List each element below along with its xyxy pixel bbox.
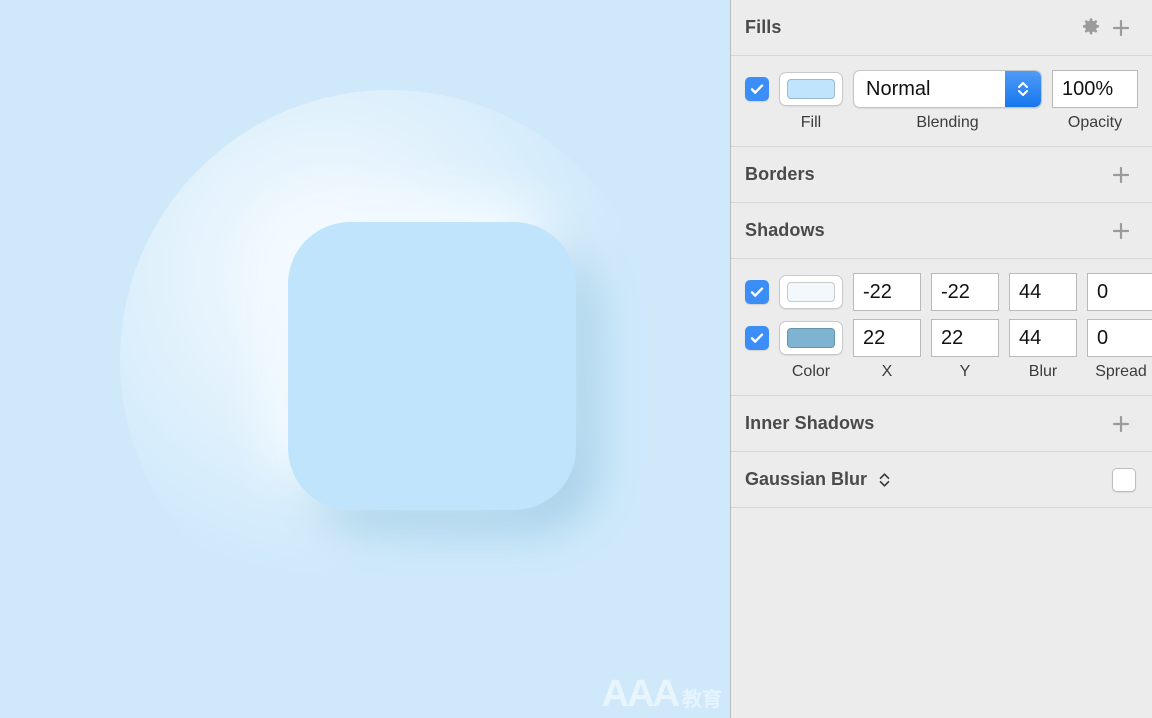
watermark: AAA 教育 — [601, 672, 722, 715]
borders-title: Borders — [745, 164, 815, 184]
gaussian-blur-section-header: Gaussian Blur — [731, 452, 1152, 508]
watermark-subtext: 教育 — [682, 687, 722, 711]
add-inner-shadow-plus-icon[interactable] — [1106, 409, 1136, 439]
sketch-inspector-window: AAA 教育 Fills Normal 100% Fill Blending O… — [0, 0, 1152, 718]
shadow-y-input[interactable]: 22 — [931, 319, 999, 357]
shadows-rows: -22 -22 44 0 22 22 44 0 Color X Y Blur S… — [731, 259, 1152, 396]
shadow-blur-input[interactable]: 44 — [1009, 273, 1077, 311]
fills-section-header: Fills — [731, 0, 1152, 56]
opacity-input[interactable]: 100% — [1052, 70, 1138, 108]
inspector-panel: Fills Normal 100% Fill Blending Opacity … — [730, 0, 1152, 718]
x-label: X — [881, 363, 893, 380]
blending-mode-select[interactable]: Normal — [853, 70, 1042, 108]
gear-icon[interactable] — [1076, 13, 1106, 43]
gaussian-blur-checkbox[interactable] — [1112, 467, 1136, 492]
add-border-plus-icon[interactable] — [1106, 160, 1136, 190]
shadow-x-input[interactable]: 22 — [853, 319, 921, 357]
blending-label: Blending — [916, 114, 979, 131]
shadows-section-header: Shadows — [731, 203, 1152, 259]
chevron-updown-icon[interactable] — [877, 470, 892, 490]
add-shadow-plus-icon[interactable] — [1106, 216, 1136, 246]
design-canvas[interactable]: AAA 教育 — [0, 0, 730, 718]
shadow-spread-input[interactable]: 0 — [1087, 273, 1152, 311]
fill-row: Normal 100% — [731, 66, 1152, 112]
y-label: Y — [959, 363, 971, 380]
opacity-label: Opacity — [1067, 114, 1123, 131]
shadow-color-swatch[interactable] — [779, 275, 843, 309]
shadow-spread-input[interactable]: 0 — [1087, 319, 1152, 357]
shadow-color-swatch[interactable] — [779, 321, 843, 355]
fills-title: Fills — [745, 17, 782, 37]
shadow-y-input[interactable]: -22 — [931, 273, 999, 311]
shadow-x-input[interactable]: -22 — [853, 273, 921, 311]
inner-shadows-title: Inner Shadows — [745, 413, 875, 433]
shadow-enabled-checkbox[interactable] — [745, 326, 769, 350]
blending-mode-value: Normal — [866, 77, 931, 100]
shadow-enabled-checkbox[interactable] — [745, 280, 769, 304]
color-label: Color — [791, 363, 831, 380]
spread-label: Spread — [1095, 363, 1147, 380]
fills-rows: Normal 100% Fill Blending Opacity — [731, 56, 1152, 147]
shadow-row: 22 22 44 0 — [731, 315, 1152, 361]
fill-color-swatch[interactable] — [779, 72, 843, 106]
fill-label: Fill — [800, 114, 822, 131]
gaussian-blur-title: Gaussian Blur — [745, 469, 868, 489]
add-fill-plus-icon[interactable] — [1106, 13, 1136, 43]
borders-section-header: Borders — [731, 147, 1152, 203]
fill-enabled-checkbox[interactable] — [745, 77, 769, 101]
watermark-text: AAA — [601, 672, 680, 715]
blur-label: Blur — [1028, 363, 1058, 380]
blending-stepper-icon[interactable] — [1005, 71, 1041, 107]
shadow-blur-input[interactable]: 44 — [1009, 319, 1077, 357]
fills-labels-row: Fill Blending Opacity — [731, 112, 1152, 140]
neumorphic-rounded-square-shape[interactable] — [288, 222, 576, 510]
shadows-labels-row: Color X Y Blur Spread — [731, 361, 1152, 389]
shadow-row: -22 -22 44 0 — [731, 269, 1152, 315]
shadows-title: Shadows — [745, 220, 825, 240]
inner-shadows-section-header: Inner Shadows — [731, 396, 1152, 452]
